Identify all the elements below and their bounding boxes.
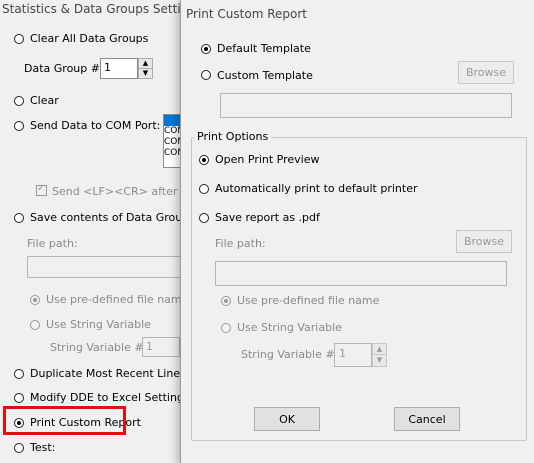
custom-template-path-input[interactable] — [220, 93, 512, 118]
custom-template-radio[interactable] — [201, 70, 211, 80]
clear-radio[interactable] — [14, 96, 24, 106]
ok-button[interactable]: OK — [254, 407, 320, 431]
default-template-radio[interactable] — [201, 44, 211, 54]
spin-down-icon[interactable]: ▼ — [373, 355, 386, 366]
open-preview-label: Open Print Preview — [215, 153, 320, 166]
default-template-label: Default Template — [217, 42, 311, 55]
use-predef-radio[interactable] — [221, 296, 231, 306]
modify-dde-radio[interactable] — [14, 393, 24, 403]
spin-down-icon[interactable]: ▼ — [139, 69, 152, 79]
bg-string-var-input[interactable]: 1 — [142, 337, 180, 357]
dialog-title: Print Custom Report — [186, 7, 307, 21]
use-string-label: Use String Variable — [237, 321, 342, 334]
com-item[interactable]: COM — [164, 137, 180, 148]
spin-up-icon[interactable]: ▲ — [373, 344, 386, 355]
string-var-label: String Variable # — [241, 348, 335, 361]
send-lf-checkbox[interactable] — [36, 183, 47, 196]
clear-all-radio[interactable] — [14, 34, 24, 44]
com-port-list[interactable]: COM COM COM — [163, 114, 181, 168]
auto-print-label: Automatically print to default printer — [215, 182, 418, 195]
send-com-radio[interactable] — [14, 121, 24, 131]
print-custom-report-dialog: Print Custom Report Default Template Cus… — [180, 0, 534, 463]
data-group-label: Data Group #: — [24, 62, 104, 75]
bg-file-path-label: File path: — [27, 237, 78, 250]
clear-all-label: Clear All Data Groups — [30, 32, 149, 45]
bg-string-var-label: String Variable # — [50, 341, 144, 354]
print-options-title: Print Options — [194, 130, 272, 143]
send-com-label: Send Data to COM Port: — [30, 119, 161, 132]
test-radio[interactable] — [14, 443, 24, 453]
bg-use-predef-label: Use pre-defined file name — [46, 293, 189, 306]
bg-use-string-label: Use String Variable — [46, 318, 151, 331]
save-pdf-label: Save report as .pdf — [215, 211, 320, 224]
string-var-spinner[interactable]: ▲ ▼ — [372, 343, 387, 367]
settings-window-title: Statistics & Data Groups Settings — [2, 2, 203, 16]
duplicate-radio[interactable] — [14, 369, 24, 379]
bg-file-path-input[interactable] — [27, 256, 182, 278]
test-label: Test: — [30, 441, 56, 454]
bg-use-predef-radio[interactable] — [30, 295, 40, 305]
string-var-input[interactable]: 1 — [334, 343, 372, 367]
spin-up-icon[interactable]: ▲ — [139, 59, 152, 69]
duplicate-label: Duplicate Most Recent Line — [30, 367, 181, 380]
highlight-box — [3, 406, 126, 435]
open-preview-radio[interactable] — [199, 155, 209, 165]
com-selected-item[interactable] — [164, 115, 180, 126]
cancel-button[interactable]: Cancel — [394, 407, 460, 431]
clear-label: Clear — [30, 94, 59, 107]
use-string-radio[interactable] — [221, 323, 231, 333]
save-contents-radio[interactable] — [14, 213, 24, 223]
data-group-input[interactable]: 1 — [100, 58, 138, 79]
save-contents-label: Save contents of Data Group to — [30, 211, 204, 224]
com-item[interactable]: COM — [164, 148, 180, 159]
pdf-file-path-input[interactable] — [215, 261, 507, 286]
browse-pdf-button[interactable]: Browse — [456, 230, 512, 253]
data-group-spinner[interactable]: ▲ ▼ — [138, 58, 153, 79]
save-pdf-radio[interactable] — [199, 213, 209, 223]
custom-template-label: Custom Template — [217, 69, 313, 82]
com-item[interactable]: COM — [164, 126, 180, 137]
use-predef-label: Use pre-defined file name — [237, 294, 380, 307]
pdf-file-path-label: File path: — [215, 237, 266, 250]
modify-dde-label: Modify DDE to Excel Settings — [30, 391, 190, 404]
bg-use-string-radio[interactable] — [30, 320, 40, 330]
browse-template-button[interactable]: Browse — [458, 61, 514, 84]
auto-print-radio[interactable] — [199, 184, 209, 194]
